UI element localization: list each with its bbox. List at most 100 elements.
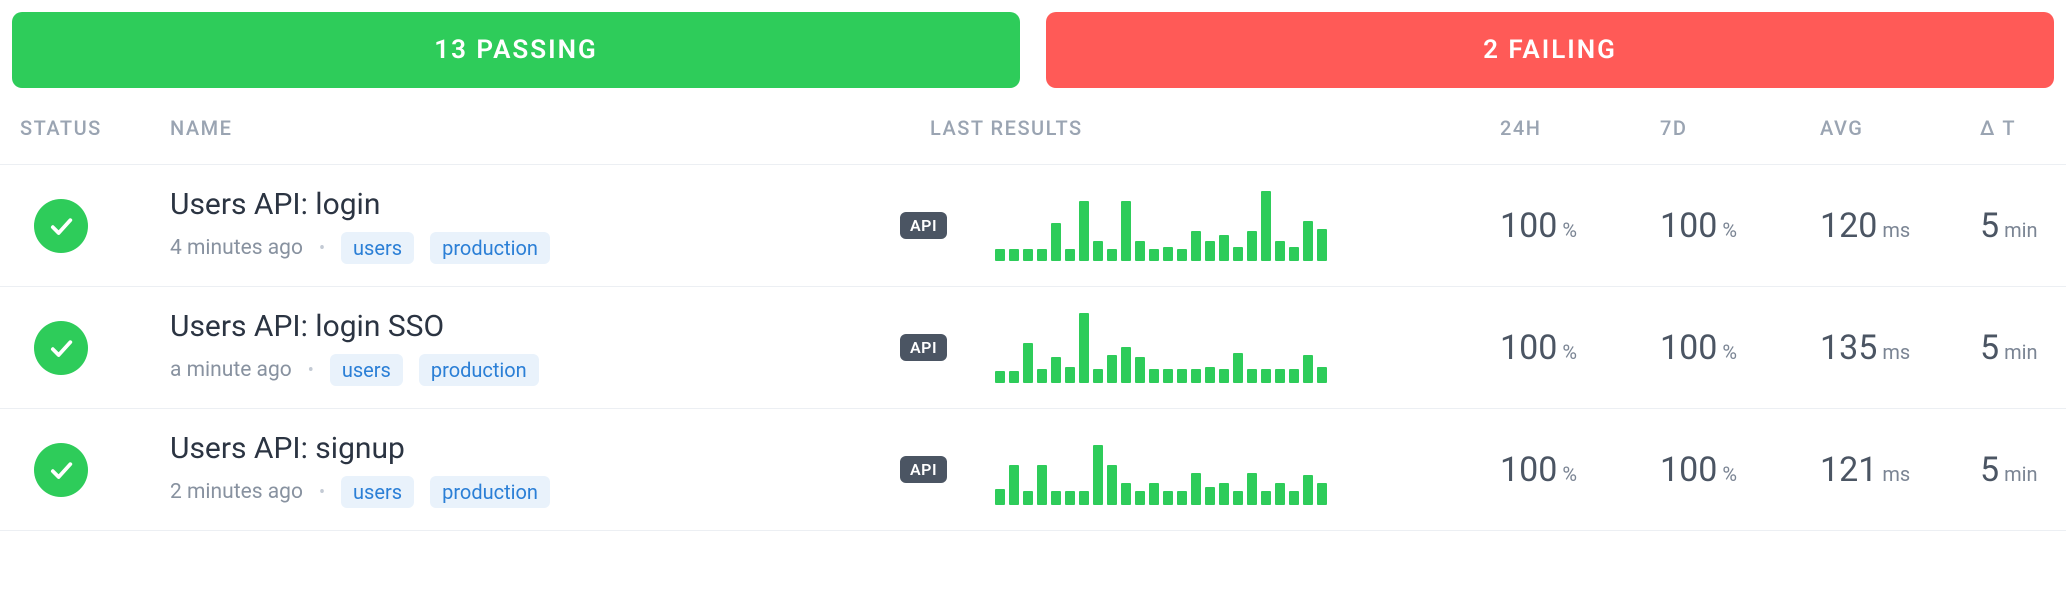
metric-7d-unit: %: [1722, 462, 1737, 486]
spark-bar: [995, 371, 1005, 383]
metric-7d-unit: %: [1722, 218, 1737, 242]
failing-summary-pill[interactable]: 2 FAILING: [1046, 12, 2054, 88]
spark-bar: [1009, 249, 1019, 261]
spark-bar: [1149, 369, 1159, 383]
spark-bar: [1023, 491, 1033, 505]
spark-bar: [1121, 483, 1131, 505]
spark-bar: [1317, 367, 1327, 383]
spark-bar: [1009, 371, 1019, 383]
check-name: Users API: login SSO: [170, 309, 890, 344]
spark-bar: [1093, 369, 1103, 383]
spark-bar: [1107, 355, 1117, 383]
spark-bar: [1023, 343, 1033, 383]
spark-bar: [1191, 369, 1201, 383]
metric-7d-value: 100: [1660, 206, 1717, 246]
tag[interactable]: production: [419, 354, 539, 386]
spark-bar: [1289, 369, 1299, 383]
metric-24h-unit: %: [1562, 218, 1577, 242]
sparkline: [995, 313, 1327, 383]
table-row[interactable]: Users API: signup2 minutes ago•usersprod…: [0, 409, 2066, 531]
metric-delta-t: 5min: [1980, 328, 2066, 368]
status-passing-icon: [34, 199, 88, 253]
spark-bar: [1205, 241, 1215, 261]
checks-table: STATUS NAME LAST RESULTS 24H 7D AVG Δ T …: [0, 98, 2066, 531]
spark-bar: [1135, 357, 1145, 383]
sparkline: [995, 191, 1327, 261]
spark-bar: [1065, 491, 1075, 505]
metric-avg: 121ms: [1820, 450, 1980, 490]
spark-bar: [1303, 475, 1313, 505]
tag[interactable]: users: [341, 476, 414, 508]
metric-7d: 100%: [1660, 206, 1820, 246]
spark-bar: [1261, 491, 1271, 505]
name-cell: Users API: login4 minutes ago•usersprodu…: [170, 187, 890, 264]
failing-label: 2 FAILING: [1483, 35, 1617, 65]
spark-bar: [1289, 247, 1299, 261]
last-results-cell: API: [890, 313, 1500, 383]
metric-avg-unit: ms: [1882, 462, 1910, 486]
status-cell: [0, 321, 170, 375]
spark-bar: [1107, 465, 1117, 505]
table-row[interactable]: Users API: login SSO a minute ago • userspr…: [0, 287, 2066, 409]
spark-bar: [1275, 241, 1285, 261]
metric-avg-value: 121: [1820, 450, 1877, 490]
metric-delta-t-value: 5: [1980, 328, 1999, 368]
metric-24h-value: 100: [1500, 450, 1557, 490]
timestamp: a minute ago: [170, 358, 292, 382]
metric-24h-value: 100: [1500, 206, 1557, 246]
meta-line: 4 minutes ago•usersproduction: [170, 232, 890, 264]
tag[interactable]: production: [430, 232, 550, 264]
api-chip: API: [900, 212, 947, 239]
name-cell: Users API: signup2 minutes ago•usersprod…: [170, 431, 890, 508]
metric-avg-unit: ms: [1882, 340, 1910, 364]
spark-bar: [1261, 191, 1271, 261]
spark-bar: [1177, 491, 1187, 505]
spark-bar: [1037, 369, 1047, 383]
spark-bar: [1191, 473, 1201, 505]
col-24h: 24H: [1500, 116, 1660, 140]
metric-7d: 100%: [1660, 328, 1820, 368]
api-chip: API: [900, 334, 947, 361]
spark-bar: [1163, 369, 1173, 383]
spark-bar: [1149, 249, 1159, 261]
metric-delta-t-unit: min: [2004, 340, 2037, 364]
tag[interactable]: users: [341, 232, 414, 264]
spark-bar: [1163, 247, 1173, 261]
spark-bar: [1303, 355, 1313, 383]
col-name: NAME: [170, 116, 890, 140]
tag[interactable]: users: [330, 354, 403, 386]
spark-bar: [1065, 367, 1075, 383]
api-chip: API: [900, 456, 947, 483]
metric-delta-t-value: 5: [1980, 206, 1999, 246]
metric-7d-value: 100: [1660, 328, 1717, 368]
check-name: Users API: login: [170, 187, 890, 222]
passing-summary-pill[interactable]: 13 PASSING: [12, 12, 1020, 88]
col-delta-t: Δ T: [1980, 116, 2066, 140]
metric-avg-value: 135: [1820, 328, 1877, 368]
spark-bar: [1135, 241, 1145, 261]
metric-7d: 100%: [1660, 450, 1820, 490]
status-passing-icon: [34, 443, 88, 497]
summary-bar: 13 PASSING 2 FAILING: [0, 0, 2066, 98]
spark-bar: [1121, 347, 1131, 383]
status-cell: [0, 443, 170, 497]
table-row[interactable]: Users API: login4 minutes ago•usersprodu…: [0, 165, 2066, 287]
spark-bar: [1149, 483, 1159, 505]
passing-label: 13 PASSING: [434, 35, 598, 65]
timestamp: 4 minutes ago: [170, 236, 303, 260]
tag[interactable]: production: [430, 476, 550, 508]
spark-bar: [1079, 491, 1089, 505]
separator-dot: •: [308, 360, 314, 381]
spark-bar: [1065, 249, 1075, 261]
status-passing-icon: [34, 321, 88, 375]
spark-bar: [1247, 473, 1257, 505]
spark-bar: [1233, 353, 1243, 383]
metric-delta-t-unit: min: [2004, 218, 2037, 242]
spark-bar: [1037, 249, 1047, 261]
spark-bar: [1051, 491, 1061, 505]
spark-bar: [1079, 313, 1089, 383]
meta-line: a minute ago • users production: [170, 354, 890, 386]
meta-line: 2 minutes ago•usersproduction: [170, 476, 890, 508]
timestamp: 2 minutes ago: [170, 480, 303, 504]
spark-bar: [1023, 249, 1033, 261]
